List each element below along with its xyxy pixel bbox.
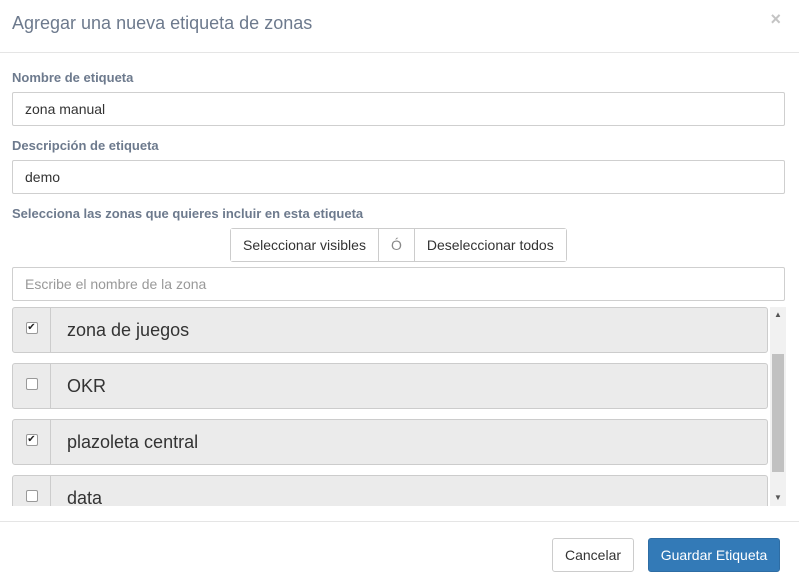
zone-item[interactable]: ✔ zona de juegos — [12, 307, 768, 353]
scroll-thumb[interactable] — [772, 354, 784, 472]
select-visible-button[interactable]: Seleccionar visibles — [231, 229, 378, 261]
zone-checkbox[interactable] — [25, 378, 38, 390]
zone-name: plazoleta central — [67, 431, 199, 452]
description-input[interactable]: demo — [12, 160, 785, 194]
scroll-up-icon[interactable]: ▲ — [770, 307, 786, 323]
modal-footer: Cancelar Guardar Etiqueta — [0, 521, 799, 584]
or-separator: Ó — [377, 229, 414, 261]
zone-checkbox[interactable] — [25, 490, 38, 502]
name-input[interactable]: zona manual — [12, 92, 785, 126]
zone-list-scrollbar[interactable]: ▲ ▼ — [770, 307, 786, 506]
zone-list: ✔ zona de juegos OKR ✔ plazoleta central… — [12, 307, 784, 506]
close-icon[interactable]: × — [770, 10, 781, 28]
name-label: Nombre de etiqueta — [12, 70, 134, 85]
zone-item[interactable]: OKR — [12, 363, 768, 409]
modal-header: Agregar una nueva etiqueta de zonas × — [0, 0, 799, 53]
scroll-down-icon[interactable]: ▼ — [770, 490, 786, 506]
zones-label: Selecciona las zonas que quieres incluir… — [12, 206, 364, 221]
zone-item[interactable]: ✔ plazoleta central — [12, 419, 768, 465]
zone-checkbox-cell — [13, 364, 51, 408]
selection-button-group: Seleccionar visibles Ó Deseleccionar tod… — [230, 228, 567, 262]
deselect-all-button[interactable]: Deseleccionar todos — [413, 229, 566, 261]
zone-checkbox[interactable]: ✔ — [25, 322, 38, 334]
zone-name: OKR — [67, 375, 107, 396]
zone-checkbox-cell: ✔ — [13, 308, 51, 352]
zone-checkbox[interactable]: ✔ — [25, 434, 38, 446]
zone-item[interactable]: data — [12, 475, 768, 506]
zone-name: data — [67, 487, 103, 507]
cancel-button[interactable]: Cancelar — [552, 538, 634, 572]
modal-title: Agregar una nueva etiqueta de zonas — [12, 13, 313, 33]
zone-checkbox-cell: ✔ — [13, 420, 51, 464]
description-label: Descripción de etiqueta — [12, 138, 159, 153]
save-tag-button[interactable]: Guardar Etiqueta — [648, 538, 780, 572]
zone-search-input[interactable]: Escribe el nombre de la zona — [12, 267, 785, 301]
zone-name: zona de juegos — [67, 319, 190, 340]
zone-checkbox-cell — [13, 476, 51, 506]
